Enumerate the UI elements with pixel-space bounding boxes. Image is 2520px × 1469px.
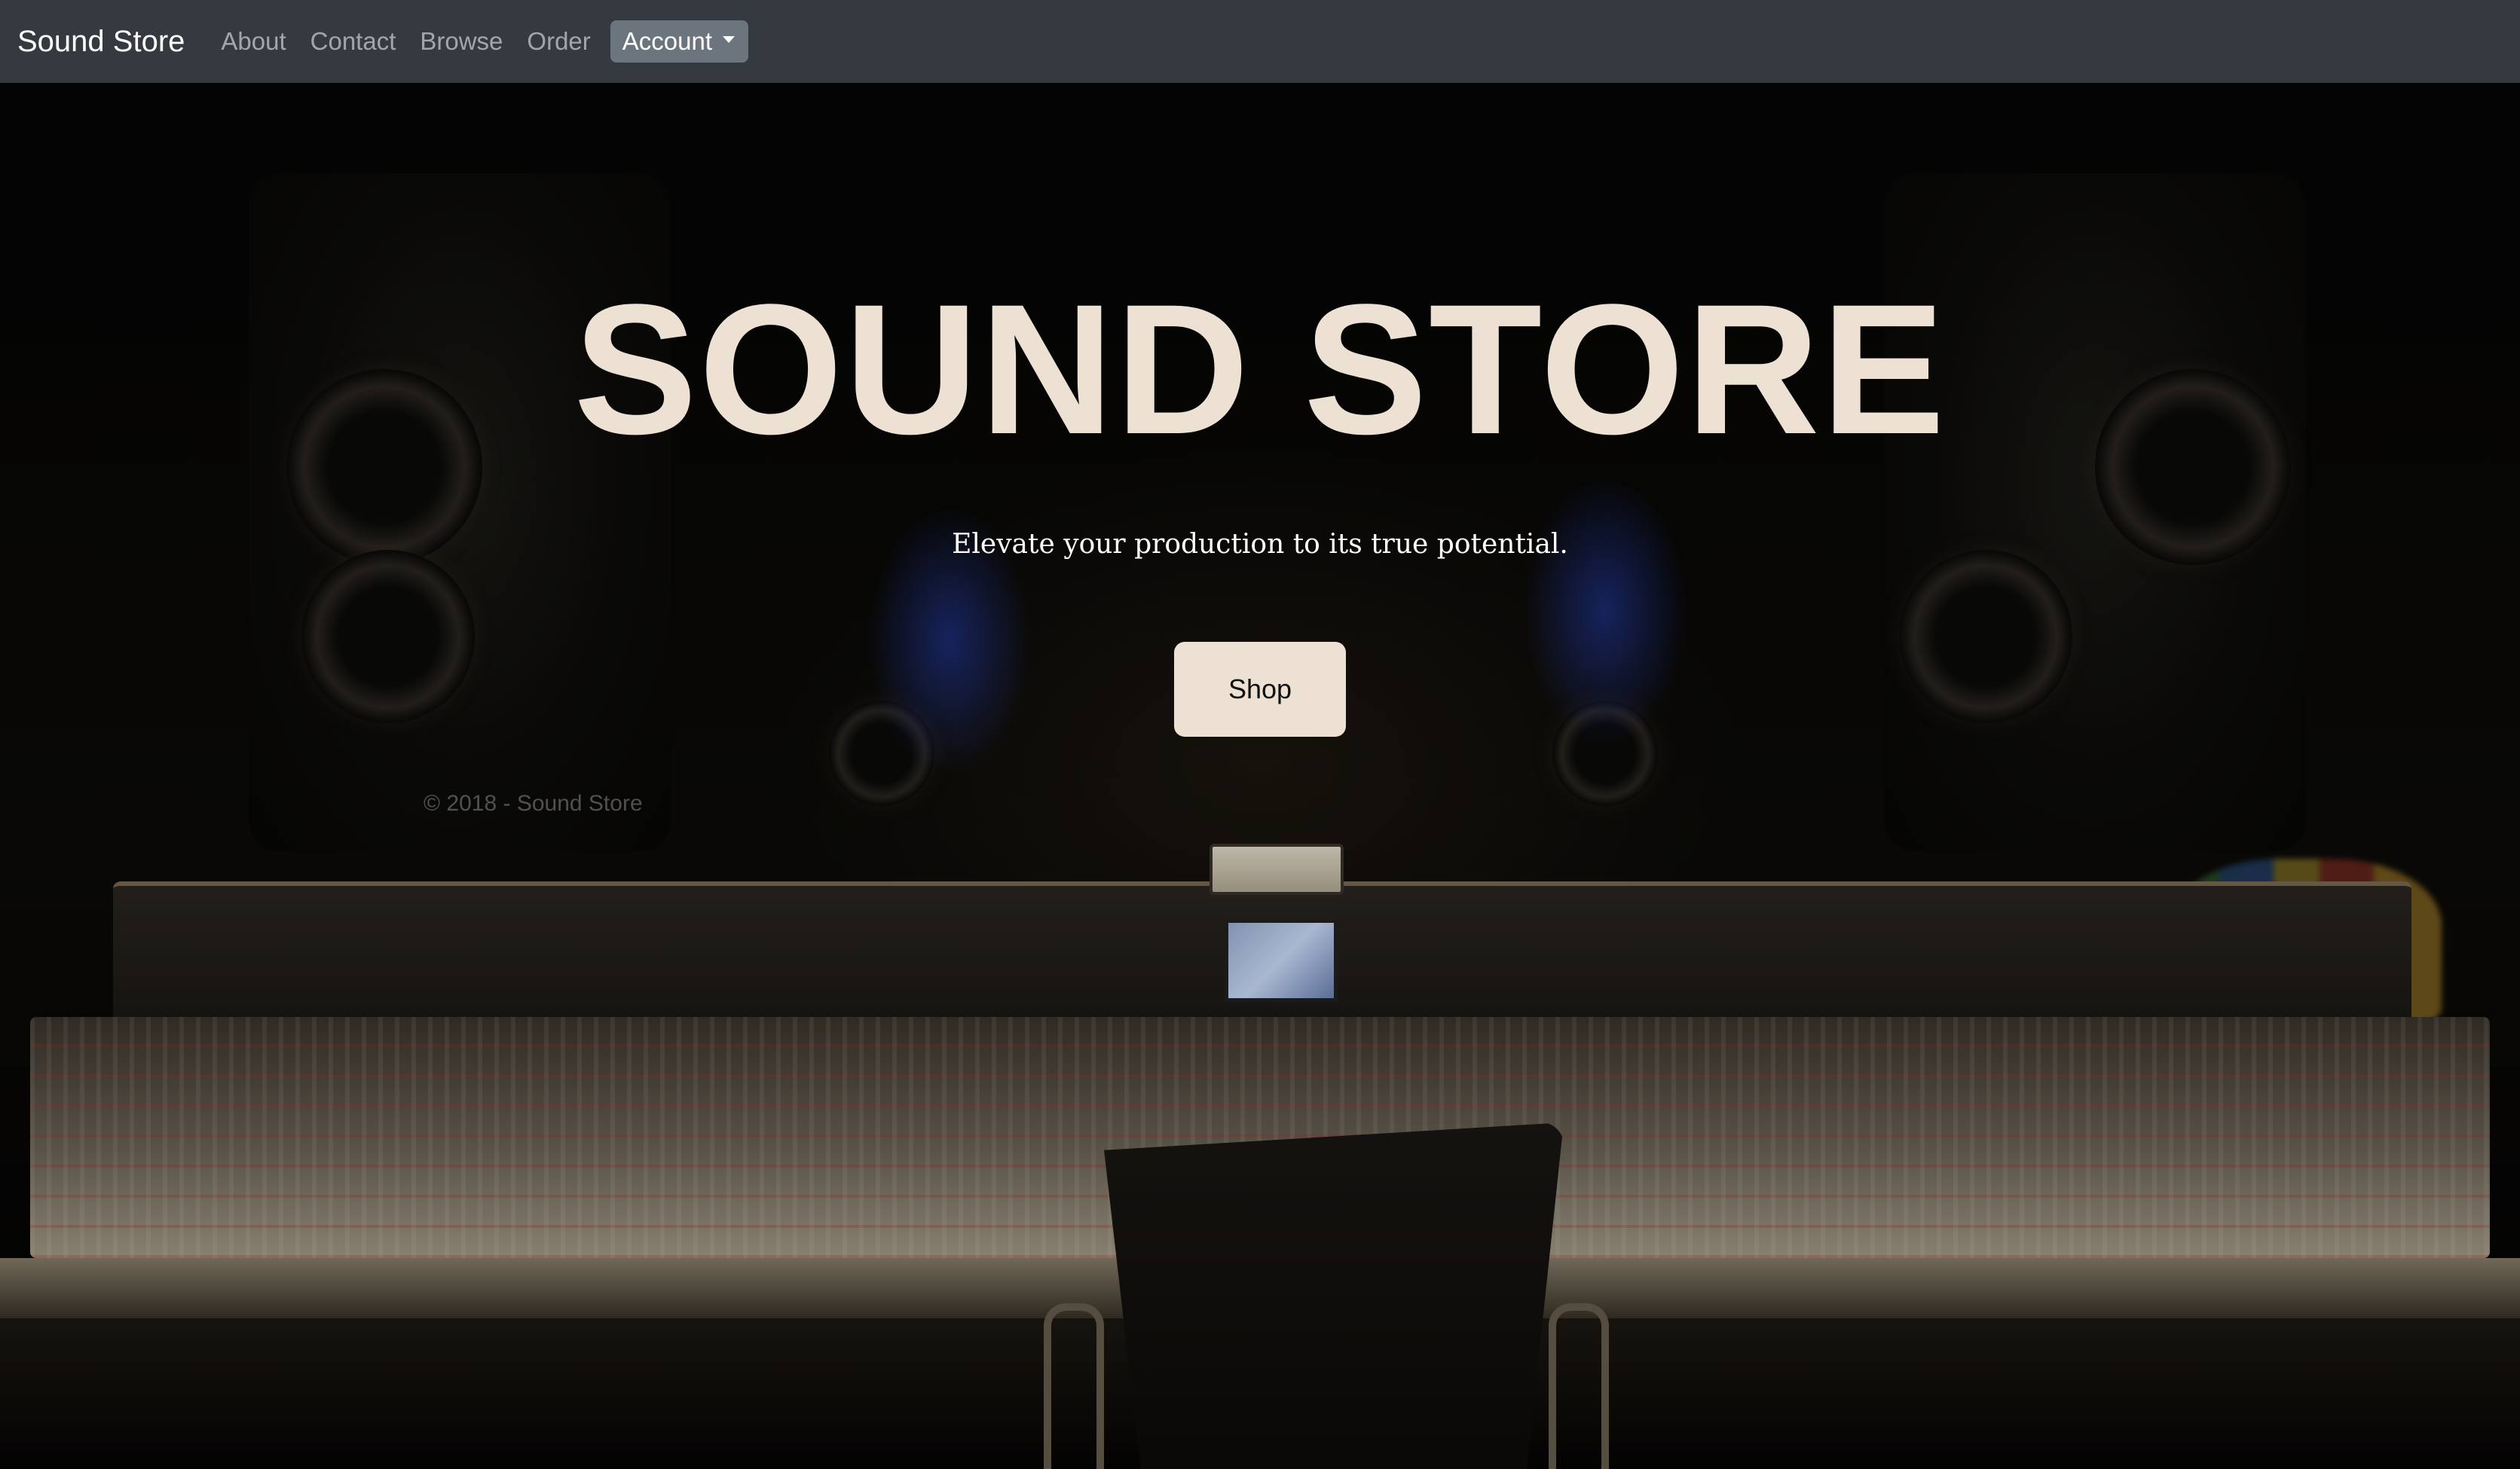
caret-down-icon <box>723 35 736 43</box>
shop-button[interactable]: Shop <box>1174 642 1346 737</box>
brand-link[interactable]: Sound Store <box>17 25 185 59</box>
account-dropdown-button[interactable]: Account <box>610 20 749 63</box>
hero-subtitle: Elevate your production to its true pote… <box>952 529 1568 560</box>
footer-copyright: © 2018 - Sound Store <box>424 791 643 816</box>
hero-title: SOUND STORE <box>573 266 1947 473</box>
top-navbar: Sound Store About Contact Browse Order A… <box>0 0 2520 83</box>
nav-link-order[interactable]: Order <box>515 27 602 56</box>
nav-link-contact[interactable]: Contact <box>298 27 408 56</box>
account-dropdown-label: Account <box>622 27 713 55</box>
nav-link-about[interactable]: About <box>209 27 298 56</box>
nav-link-browse[interactable]: Browse <box>408 27 515 56</box>
